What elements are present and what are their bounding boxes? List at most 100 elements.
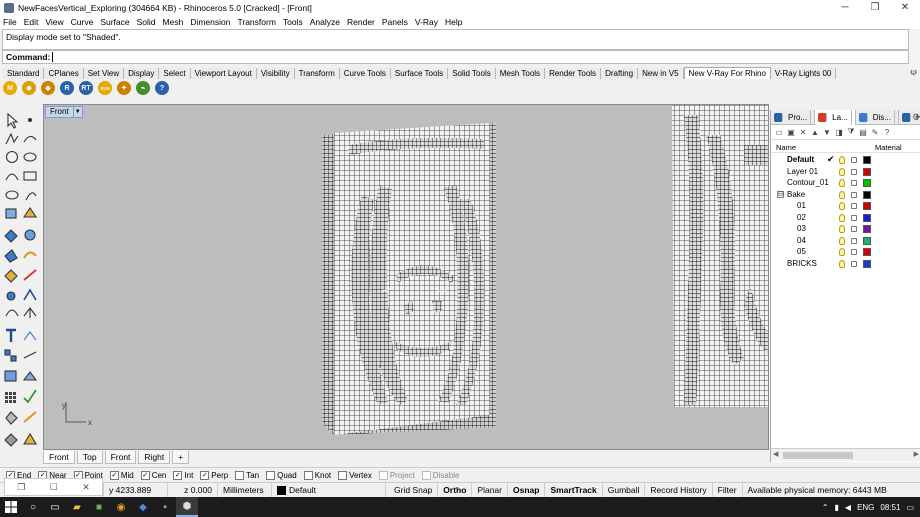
start-button[interactable] xyxy=(0,497,22,517)
gumball-toggle[interactable]: Gumball xyxy=(603,482,646,498)
osnap-mid[interactable]: ✓ Mid xyxy=(109,470,134,480)
layer-row[interactable]: 01 xyxy=(771,201,920,213)
layer-color-swatch[interactable] xyxy=(863,202,871,210)
minimize-button[interactable]: ─ xyxy=(830,0,860,15)
toolbar-tab-display[interactable]: Display xyxy=(124,68,160,79)
panel-help-icon[interactable]: ? xyxy=(882,127,892,137)
search-icon[interactable]: ○ xyxy=(22,497,44,517)
osnap-perp[interactable]: ✓ Perp xyxy=(200,470,228,480)
menu-file[interactable]: File xyxy=(3,17,17,27)
filter-toggle[interactable]: Filter xyxy=(713,482,743,498)
layer-row[interactable]: 03 xyxy=(771,224,920,236)
menu-render[interactable]: Render xyxy=(347,17,375,27)
layer-visibility-icon[interactable] xyxy=(839,190,845,199)
layer-color-swatch[interactable] xyxy=(863,190,871,199)
menu-analyze[interactable]: Analyze xyxy=(310,17,340,27)
osnap-checkbox[interactable]: ✓ xyxy=(200,470,210,480)
panel-scrollbar[interactable]: ◀ ▶ xyxy=(771,448,920,461)
move-up-icon[interactable]: ▲ xyxy=(810,127,820,137)
new-sublayer-icon[interactable]: ▣ xyxy=(786,127,796,137)
toolbar-tab-curve-tools[interactable]: Curve Tools xyxy=(339,68,391,79)
toolbar-tab-set-view[interactable]: Set View xyxy=(83,68,125,79)
input-language[interactable]: ENG xyxy=(857,503,874,512)
layer-lock-icon[interactable] xyxy=(851,203,857,209)
vray-render-icon[interactable]: M xyxy=(3,81,17,95)
layer-color-swatch[interactable] xyxy=(863,167,871,176)
viewport-tab-front[interactable]: Front xyxy=(43,450,75,464)
osnap-checkbox[interactable] xyxy=(235,470,245,480)
osnap-tan[interactable]: Tan xyxy=(235,470,259,480)
app-icon-green[interactable]: ■ xyxy=(88,497,110,517)
layer-row[interactable]: Layer 01 xyxy=(771,167,920,179)
current-layer[interactable]: Default xyxy=(272,482,386,498)
layer-lock-icon[interactable] xyxy=(851,214,857,221)
layer-visibility-icon[interactable] xyxy=(839,213,845,222)
delete-layer-icon[interactable]: ✕ xyxy=(798,127,808,137)
layer-row[interactable]: Contour_01 xyxy=(771,178,920,190)
vray-options-icon[interactable]: ◈ xyxy=(22,81,36,95)
layer-lock-icon[interactable] xyxy=(851,226,857,232)
record-history-toggle[interactable]: Record History xyxy=(645,482,713,498)
layer-visibility-icon[interactable] xyxy=(839,156,845,164)
network-icon[interactable]: ▮ xyxy=(835,503,839,512)
layer-color-swatch[interactable] xyxy=(863,236,871,245)
panel-settings-gear-icon[interactable]: ⚙ xyxy=(912,112,920,123)
layer-color-swatch[interactable] xyxy=(863,259,871,268)
layer-visibility-icon[interactable] xyxy=(839,236,845,245)
tray-arrow-icon[interactable]: ⌃ xyxy=(822,503,829,512)
chrome-icon[interactable]: ◉ xyxy=(110,497,132,517)
new-layer-icon[interactable]: ▭ xyxy=(774,127,784,137)
grid-snap-toggle[interactable]: Grid Snap xyxy=(386,482,439,498)
layer-row[interactable]: 04 xyxy=(771,236,920,248)
layer-lock-icon[interactable] xyxy=(851,157,857,163)
toolbar-tab-standard[interactable]: Standard xyxy=(3,68,45,79)
panel-tab-dis[interactable]: Dis... xyxy=(856,110,899,125)
viewport-dropdown-icon[interactable]: ▼ xyxy=(73,106,83,118)
vray-frame-buffer-icon[interactable]: ◆ xyxy=(41,81,55,95)
layer-visibility-icon[interactable] xyxy=(839,225,845,233)
layer-row[interactable]: BRICKS xyxy=(771,259,920,271)
menu-transform[interactable]: Transform xyxy=(237,17,275,27)
layer-lock-icon[interactable] xyxy=(851,168,857,175)
smarttrack-toggle[interactable]: SmartTrack xyxy=(545,482,603,498)
viewport-title[interactable]: Front ▼ xyxy=(45,106,83,118)
tools-icon[interactable]: ✎ xyxy=(870,127,880,137)
layer-lock-icon[interactable] xyxy=(851,191,857,198)
add-viewport-tab-button[interactable]: + xyxy=(172,450,190,464)
viewport-front[interactable] xyxy=(43,104,769,450)
close-button[interactable]: ✕ xyxy=(890,0,920,15)
planar-toggle[interactable]: Planar xyxy=(472,482,508,498)
osnap-checkbox[interactable]: ✓ xyxy=(140,470,150,480)
layer-color-swatch[interactable] xyxy=(863,213,871,222)
osnap-cen[interactable]: ✓ Cen xyxy=(140,470,166,480)
menu-tools[interactable]: Tools xyxy=(283,17,303,27)
filter-icon[interactable]: ⧩ xyxy=(846,127,856,137)
popup-close-icon[interactable]: ✕ xyxy=(82,482,90,493)
panel-tab-pro[interactable]: Pro... xyxy=(771,110,816,125)
viewport-name[interactable]: Front xyxy=(45,106,74,118)
menu-mesh[interactable]: Mesh xyxy=(163,17,184,27)
layer-lock-icon[interactable] xyxy=(851,260,857,267)
app-icon-dark[interactable]: ▪ xyxy=(154,497,176,517)
vray-fur-icon[interactable]: ⌁ xyxy=(136,81,150,95)
layer-row[interactable]: 05 xyxy=(771,247,920,259)
file-explorer-icon[interactable]: ▰ xyxy=(66,497,88,517)
toolbar-tab-drafting[interactable]: Drafting xyxy=(601,68,639,79)
menu-panels[interactable]: Panels xyxy=(382,17,408,27)
menu-edit[interactable]: Edit xyxy=(24,17,39,27)
viewport-tab-top[interactable]: Top xyxy=(76,450,103,464)
osnap-checkbox[interactable] xyxy=(338,470,348,480)
menu-curve[interactable]: Curve xyxy=(71,17,94,27)
toolbar-tab-viewport-layout[interactable]: Viewport Layout xyxy=(190,68,257,79)
restore-button[interactable]: ❐ xyxy=(860,0,890,15)
command-line[interactable]: Command: xyxy=(2,50,909,64)
toolbar-tab-select[interactable]: Select xyxy=(159,68,191,79)
clock[interactable]: 08:51 xyxy=(880,503,900,512)
menu-solid[interactable]: Solid xyxy=(137,17,156,27)
toolbar-tab-new-in-v5[interactable]: New in V5 xyxy=(638,68,684,79)
toolbar-tab-solid-tools[interactable]: Solid Tools xyxy=(448,68,496,79)
layer-color-swatch[interactable] xyxy=(863,248,871,256)
osnap-checkbox[interactable] xyxy=(303,470,313,480)
layer-lock-icon[interactable] xyxy=(851,237,857,244)
layer-row[interactable]: Default ✔ xyxy=(771,154,920,167)
